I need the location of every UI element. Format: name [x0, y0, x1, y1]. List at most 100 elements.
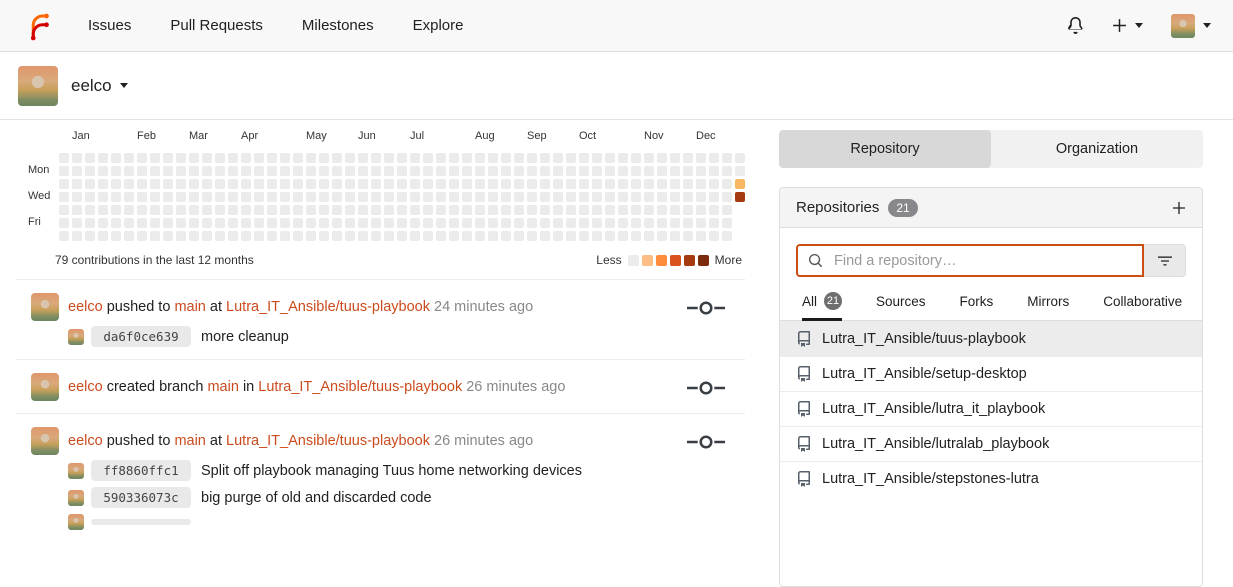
feed-body: eelco pushed to main at Lutra_IT_Ansible… [68, 427, 687, 530]
heatmap-cell [371, 218, 381, 228]
heatmap-cell [475, 205, 485, 215]
feed-branch-link[interactable]: main [174, 433, 205, 449]
heatmap-cell [254, 153, 264, 163]
heatmap-cell [436, 179, 446, 189]
forgejo-logo[interactable] [22, 10, 52, 42]
heatmap-cell [384, 153, 394, 163]
repositories-title: Repositories [796, 199, 879, 216]
heatmap-cell [215, 153, 225, 163]
heatmap-cell [436, 218, 446, 228]
heatmap-cell [384, 179, 394, 189]
heatmap-cell [254, 218, 264, 228]
feed-repo-link[interactable]: Lutra_IT_Ansible/tuus-playbook [258, 379, 462, 395]
nav-link-issues[interactable]: Issues [88, 17, 131, 34]
heatmap-cell [319, 179, 329, 189]
feed-repo-link[interactable]: Lutra_IT_Ansible/tuus-playbook [226, 299, 430, 315]
heatmap-cell [371, 205, 381, 215]
heatmap-cell [241, 205, 251, 215]
filter-tab-mirrors[interactable]: Mirrors [1027, 292, 1069, 321]
repositories-card: Repositories 21 [779, 187, 1203, 587]
heatmap-cell [228, 153, 238, 163]
profile-avatar[interactable] [18, 66, 58, 106]
heatmap-cell [189, 179, 199, 189]
repo-list-item[interactable]: Lutra_IT_Ansible/tuus-playbook [780, 321, 1202, 356]
feed-avatar[interactable] [31, 427, 59, 455]
repo-list-item[interactable]: Lutra_IT_Ansible/lutra_it_playbook [780, 391, 1202, 426]
heatmap-cell [644, 218, 654, 228]
commit-sha-badge[interactable]: 590336073c [91, 487, 191, 508]
heatmap-cell [579, 192, 589, 202]
commit-sha-badge[interactable] [91, 519, 191, 525]
feed-action-text: created branch [107, 379, 204, 395]
heatmap-cell [384, 205, 394, 215]
feed-repo-link[interactable]: Lutra_IT_Ansible/tuus-playbook [226, 433, 430, 449]
heatmap-cell [241, 192, 251, 202]
filter-tab-sources[interactable]: Sources [876, 292, 926, 321]
heatmap-cell [449, 166, 459, 176]
profile-user-dropdown[interactable]: eelco [71, 76, 128, 96]
heatmap-cell [59, 153, 69, 163]
heatmap-cell [449, 205, 459, 215]
filter-tab-forks[interactable]: Forks [960, 292, 994, 321]
filter-tab-all[interactable]: All 21 [802, 292, 842, 321]
commit-sha-badge[interactable]: da6f0ce639 [91, 326, 191, 347]
heatmap-cell [566, 231, 576, 241]
feed-connector-text: in [243, 379, 254, 395]
feed-avatar[interactable] [31, 293, 59, 321]
heatmap-cell [176, 192, 186, 202]
heatmap-cell [514, 179, 524, 189]
heatmap-cell [163, 205, 173, 215]
heatmap-cell [189, 192, 199, 202]
notifications-button[interactable] [1067, 17, 1084, 34]
heatmap-cell [254, 179, 264, 189]
tab-repository[interactable]: Repository [779, 130, 991, 168]
heatmap-cell [111, 218, 121, 228]
filter-tab-collaborative[interactable]: Collaborative [1103, 292, 1182, 321]
nav-link-explore[interactable]: Explore [413, 17, 464, 34]
tab-organization[interactable]: Organization [991, 130, 1203, 168]
heatmap-cell [332, 205, 342, 215]
nav-link-pull-requests[interactable]: Pull Requests [170, 17, 263, 34]
user-menu-button[interactable] [1171, 14, 1211, 38]
heatmap-cell [85, 218, 95, 228]
feed-user-link[interactable]: eelco [68, 379, 103, 395]
heatmap-cell [124, 231, 134, 241]
heatmap-cell [592, 192, 602, 202]
heatmap-cell [670, 218, 680, 228]
heatmap-cell [410, 231, 420, 241]
heatmap-cell [488, 153, 498, 163]
heatmap-cell [683, 205, 693, 215]
add-repository-button[interactable] [1172, 201, 1186, 215]
heatmap-cell [163, 179, 173, 189]
repo-search-input[interactable] [832, 252, 1132, 270]
feed-branch-link[interactable]: main [207, 379, 238, 395]
heatmap-cell [111, 153, 121, 163]
heatmap-cell [150, 205, 160, 215]
heatmap-cell [358, 179, 368, 189]
nav-link-milestones[interactable]: Milestones [302, 17, 374, 34]
heatmap-month-label: Sep [527, 130, 547, 142]
heatmap-cell [592, 166, 602, 176]
heatmap-cell [670, 153, 680, 163]
heatmap-day-label: Wed [28, 191, 50, 202]
heatmap-cell [228, 166, 238, 176]
heatmap-cell [618, 231, 628, 241]
heatmap-cell [410, 218, 420, 228]
repo-filter-button[interactable] [1144, 244, 1186, 277]
feed-user-link[interactable]: eelco [68, 299, 103, 315]
heatmap-cell [449, 218, 459, 228]
repo-list-item[interactable]: Lutra_IT_Ansible/lutralab_playbook [780, 426, 1202, 461]
heatmap-cell [228, 192, 238, 202]
commit-sha-badge[interactable]: ff8860ffc1 [91, 460, 191, 481]
feed-avatar[interactable] [31, 373, 59, 401]
heatmap-cell [371, 166, 381, 176]
feed-user-link[interactable]: eelco [68, 433, 103, 449]
heatmap-cell [475, 231, 485, 241]
heatmap-cell [514, 218, 524, 228]
heatmap-cell [163, 218, 173, 228]
repo-list-item[interactable]: Lutra_IT_Ansible/setup-desktop [780, 356, 1202, 391]
create-new-button[interactable] [1112, 18, 1143, 33]
heatmap-cell [683, 153, 693, 163]
dashboard-content: JanFebMarAprMayJunJulAugSepOctNovDecMonW… [0, 120, 1233, 587]
feed-branch-link[interactable]: main [174, 299, 205, 315]
